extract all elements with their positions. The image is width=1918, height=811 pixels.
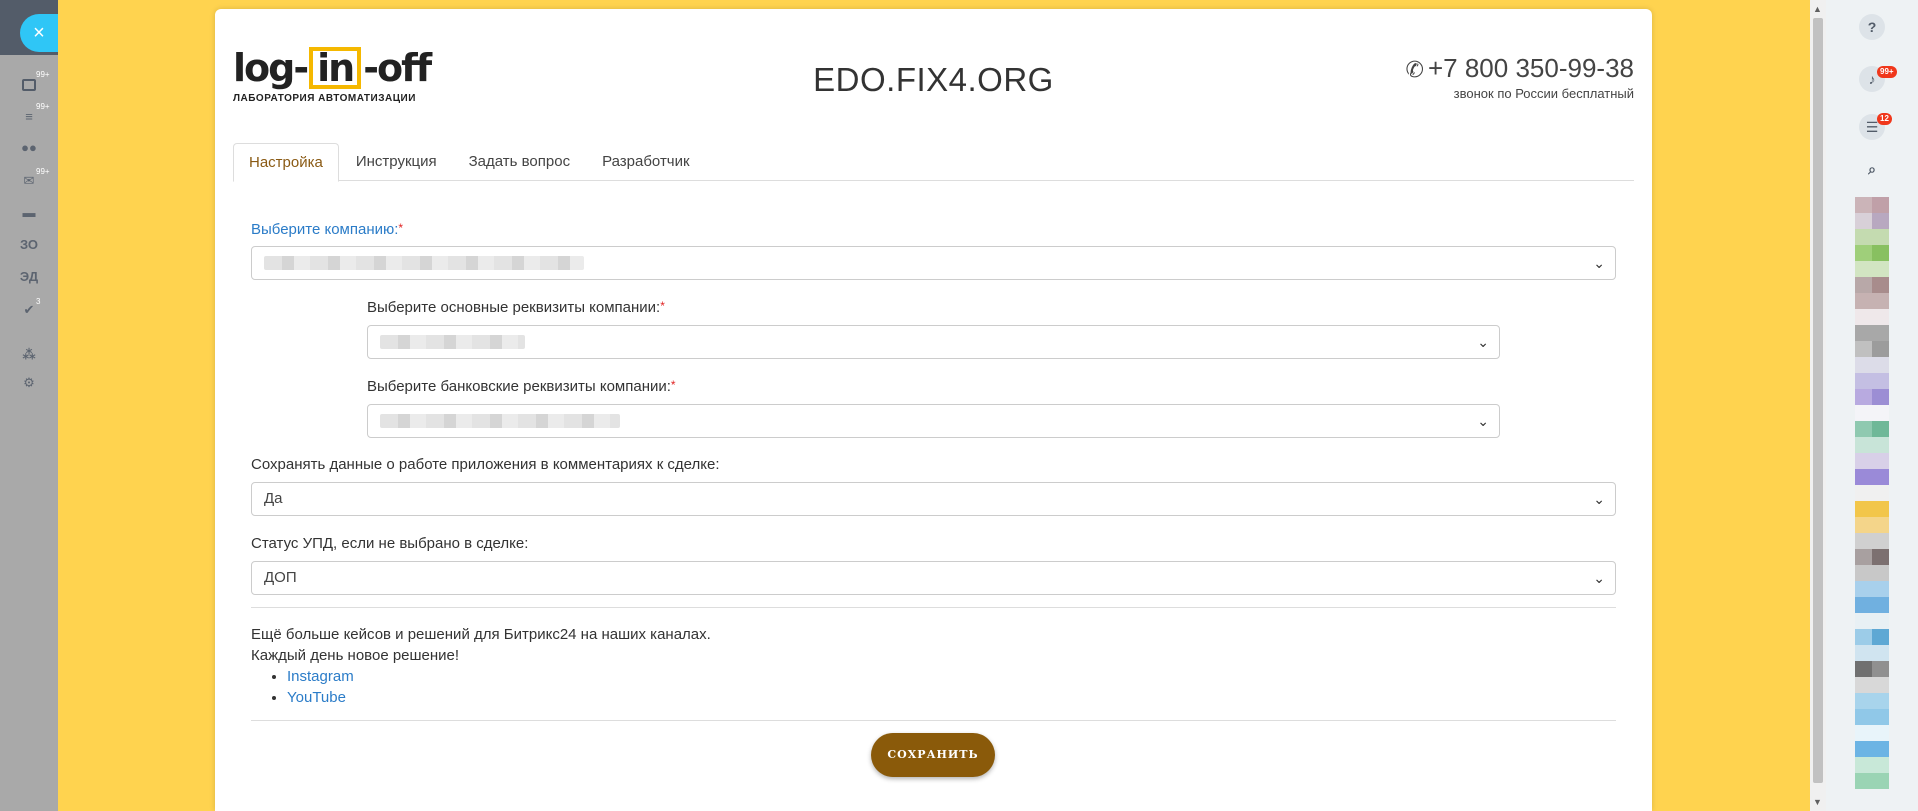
redacted-value — [264, 256, 584, 271]
tab-settings[interactable]: Настройка — [233, 143, 339, 182]
gear-icon[interactable]: ⚙ — [18, 372, 40, 394]
settings-form: Выберите компанию:* ⌄ Выберите основные … — [251, 221, 1616, 721]
chevron-down-icon: ⌄ — [1477, 334, 1489, 350]
chat-badge: 12 — [1877, 113, 1892, 125]
inbox-icon[interactable]: ▬ — [18, 202, 40, 224]
chevron-down-icon: ⌄ — [1593, 570, 1605, 586]
upd-status-select[interactable]: ДОП ⌄ — [251, 561, 1616, 595]
upd-status-label: Статус УПД, если не выбрано в сделке: — [251, 535, 529, 552]
chevron-down-icon: ⌄ — [1593, 255, 1605, 271]
right-sidebar: ? ♪ 99+ ☰ 12 ⌕ — [1826, 0, 1918, 811]
sidebar-badge: 3 — [36, 297, 41, 306]
scroll-thumb[interactable] — [1813, 18, 1823, 783]
tab-instructions[interactable]: Инструкция — [341, 143, 452, 181]
save-comments-label: Сохранять данные о работе приложения в к… — [251, 456, 720, 473]
promo-block: Ещё больше кейсов и решений для Битрикс2… — [251, 624, 1616, 708]
tab-developer[interactable]: Разработчик — [587, 143, 704, 181]
sidebar-item-ed[interactable]: ЭД — [18, 266, 40, 288]
bank-requisites-label: Выберите банковские реквизиты компании:* — [367, 378, 676, 395]
chevron-down-icon: ⌄ — [1477, 413, 1489, 429]
phone-note: звонок по России бесплатный — [1453, 86, 1634, 101]
users-icon[interactable]: ●● — [18, 137, 40, 159]
promo-line-2: Каждый день новое решение! — [251, 647, 460, 664]
sidebar-item-zo[interactable]: ЗО — [18, 234, 40, 256]
phone-number[interactable]: ✆ +7 800 350-99-38 — [1406, 53, 1634, 84]
left-sidebar: × 99+ ≡ 99+ ●● ✉ 99+ ▬ ЗО ЭД ✔ 3 ⁂ ⚙ — [0, 0, 58, 811]
divider — [251, 607, 1616, 608]
notifications-badge: 99+ — [1877, 66, 1897, 78]
main-requisites-select[interactable]: ⌄ — [367, 325, 1500, 359]
sidebar-badge: 99+ — [36, 102, 50, 111]
instagram-link[interactable]: Instagram — [287, 668, 354, 685]
sitemap-icon[interactable]: ⁂ — [18, 344, 40, 366]
tab-ask-question[interactable]: Задать вопрос — [454, 143, 585, 181]
search-icon[interactable]: ⌕ — [1859, 156, 1885, 182]
app-panel: log-in -off ЛАБОРАТОРИЯ АВТОМАТИЗАЦИИ EDO… — [215, 9, 1652, 811]
chevron-down-icon: ⌄ — [1593, 491, 1605, 507]
company-label: Выберите компанию:* — [251, 221, 404, 238]
company-select[interactable]: ⌄ — [251, 246, 1616, 280]
close-button[interactable]: × — [20, 14, 58, 52]
sidebar-badge: 99+ — [36, 167, 50, 176]
main-requisites-label: Выберите основные реквизиты компании:* — [367, 299, 665, 316]
bank-requisites-select[interactable]: ⌄ — [367, 404, 1500, 438]
save-button[interactable]: СОХРАНИТЬ — [871, 733, 995, 777]
scroll-down-icon[interactable]: ▼ — [1813, 797, 1822, 807]
contacts-avatars[interactable] — [1855, 197, 1889, 789]
phone-icon: ✆ — [1405, 57, 1424, 83]
scroll-up-icon[interactable]: ▲ — [1813, 4, 1822, 14]
phone-block: ✆ +7 800 350-99-38 звонок по России беспл… — [1406, 53, 1634, 101]
youtube-link[interactable]: YouTube — [287, 689, 346, 706]
redacted-value — [380, 335, 525, 350]
tab-bar: Настройка Инструкция Задать вопрос Разра… — [233, 143, 1634, 182]
save-comments-select[interactable]: Да ⌄ — [251, 482, 1616, 516]
promo-line-1: Ещё больше кейсов и решений для Битрикс2… — [251, 626, 711, 643]
page-scrollbar[interactable]: ▲ ▼ — [1810, 0, 1826, 811]
divider — [251, 720, 1616, 721]
sidebar-badge: 99+ — [36, 70, 50, 79]
help-icon[interactable]: ? — [1859, 14, 1885, 40]
redacted-value — [380, 414, 620, 429]
